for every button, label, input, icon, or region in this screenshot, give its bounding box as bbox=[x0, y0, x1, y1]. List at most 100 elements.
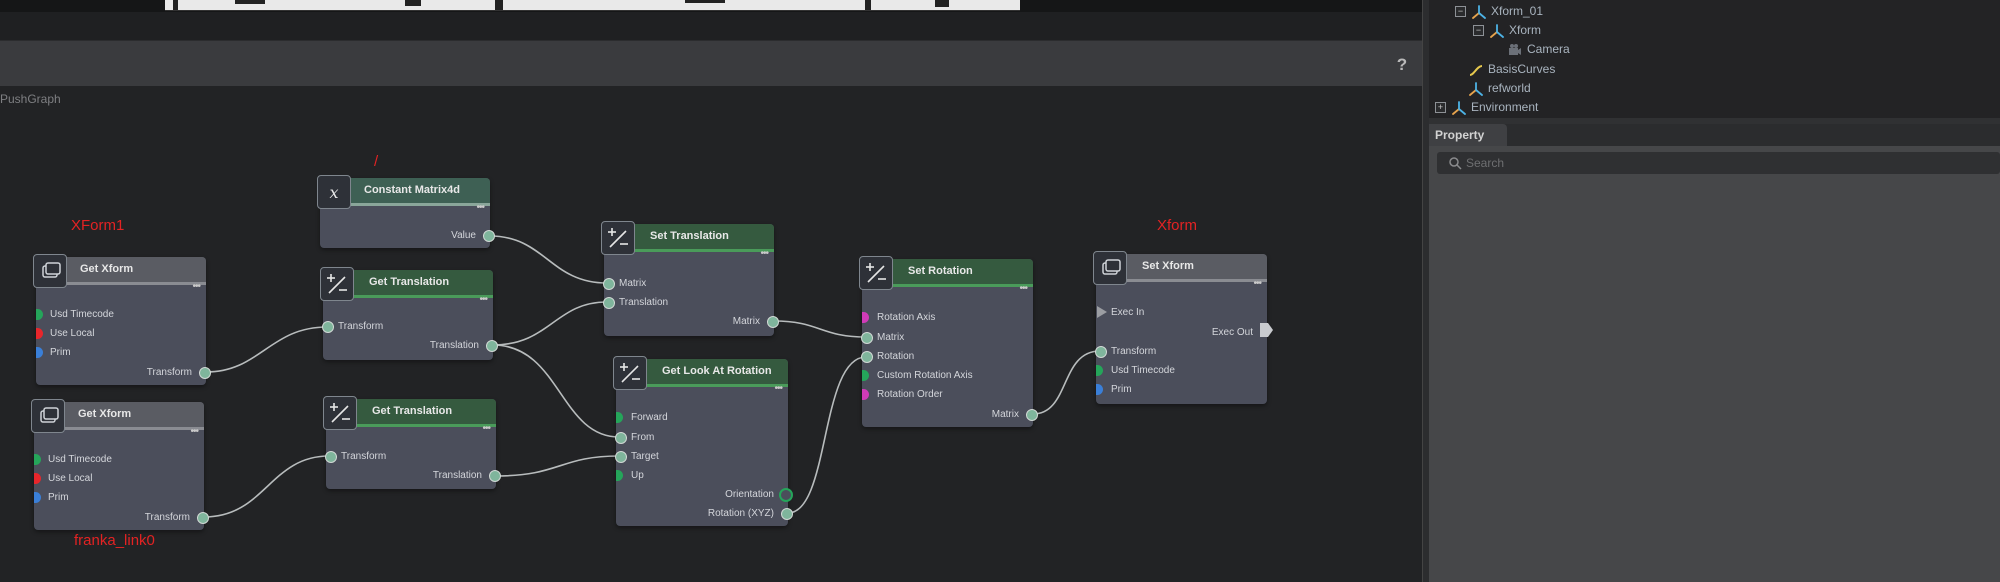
port-label: Translation bbox=[432, 470, 482, 481]
port-label: Transform bbox=[338, 321, 384, 332]
collapse-icon[interactable]: − bbox=[1473, 25, 1484, 37]
node-menu-icon[interactable]: ••• bbox=[190, 427, 198, 437]
node-set-xform[interactable]: Set Xform ••• Exec In Exec Out Transform… bbox=[1093, 251, 1273, 404]
exec-out-pin[interactable] bbox=[1260, 322, 1274, 338]
tree-item-label: refworld bbox=[1488, 81, 1531, 95]
port-label: Prim bbox=[1111, 384, 1132, 395]
pin-transform-in[interactable] bbox=[325, 451, 337, 463]
port-label: Usd Timecode bbox=[1111, 365, 1175, 376]
port-label: Transform bbox=[1111, 346, 1157, 357]
pin-prim[interactable] bbox=[36, 347, 43, 358]
port-label: Matrix bbox=[991, 409, 1019, 420]
node-get-translation-1[interactable]: Get Translation ••• Transform Translatio… bbox=[320, 267, 498, 360]
node-title: Get Translation bbox=[369, 276, 450, 288]
node-set-rotation[interactable]: Set Rotation ••• Rotation Axis Matrix Ro… bbox=[859, 256, 1038, 427]
node-menu-icon[interactable]: ••• bbox=[760, 249, 768, 259]
exec-in-pin[interactable] bbox=[1097, 306, 1109, 319]
node-title: Get Xform bbox=[78, 408, 132, 420]
math-operator-icon bbox=[601, 221, 635, 255]
node-menu-icon[interactable]: ••• bbox=[1019, 284, 1027, 294]
node-constant-matrix4d[interactable]: x Constant Matrix4d ••• Value bbox=[317, 175, 495, 248]
wire bbox=[787, 356, 867, 514]
pin-translation-out[interactable] bbox=[489, 470, 501, 482]
wire bbox=[489, 235, 608, 284]
node-set-translation[interactable]: Set Translation ••• Matrix Translation M… bbox=[601, 221, 779, 336]
pin-matrix-out[interactable] bbox=[1026, 409, 1038, 421]
xform-icon bbox=[1452, 100, 1466, 115]
node-menu-icon[interactable]: ••• bbox=[1253, 279, 1261, 289]
node-get-look-at-rotation[interactable]: Get Look At Rotation ••• Forward From Ta… bbox=[613, 356, 793, 526]
pin-from[interactable] bbox=[615, 432, 627, 444]
pin-rotation-order[interactable] bbox=[862, 389, 869, 400]
xform-icon bbox=[1490, 23, 1504, 38]
port-label: From bbox=[631, 432, 655, 443]
node-menu-icon[interactable]: ••• bbox=[192, 282, 200, 292]
pin-use-local[interactable] bbox=[34, 473, 41, 484]
pin-prim[interactable] bbox=[34, 492, 41, 503]
port-label: Prim bbox=[48, 492, 69, 503]
pin-translation-out[interactable] bbox=[486, 340, 498, 352]
tree-item-xform-01[interactable]: − Xform_01 bbox=[1455, 2, 1543, 21]
pin-transform-out[interactable] bbox=[199, 367, 211, 379]
annotation-slash: / bbox=[374, 153, 379, 170]
port-label: Target bbox=[631, 451, 659, 462]
wire bbox=[205, 326, 328, 373]
tree-item-label: Xform bbox=[1509, 23, 1542, 37]
port-label: Transform bbox=[341, 451, 387, 462]
pin-up[interactable] bbox=[616, 470, 623, 481]
pin-forward[interactable] bbox=[616, 412, 623, 423]
port-label: Transform bbox=[144, 512, 190, 523]
tree-item-basiscurves[interactable]: BasisCurves bbox=[1469, 60, 1555, 79]
pin-translation-in[interactable] bbox=[603, 297, 615, 309]
tree-item-refworld[interactable]: refworld bbox=[1469, 79, 1531, 98]
pin-rotation-axis[interactable] bbox=[862, 312, 869, 323]
pin-usd-timecode[interactable] bbox=[34, 454, 41, 465]
port-label: Exec Out bbox=[1211, 327, 1253, 338]
pin-use-local[interactable] bbox=[36, 328, 43, 339]
curve-icon bbox=[1469, 64, 1483, 76]
node-get-xform-2[interactable]: Get Xform ••• Usd Timecode Use Local Pri… bbox=[31, 399, 209, 530]
expand-icon[interactable]: + bbox=[1435, 102, 1446, 114]
search-input[interactable] bbox=[1466, 152, 1966, 174]
collapse-icon[interactable]: − bbox=[1455, 6, 1466, 18]
tree-item-environment[interactable]: + Environment bbox=[1435, 98, 1538, 117]
pin-matrix-in[interactable] bbox=[861, 332, 873, 344]
pin-orientation-out[interactable] bbox=[779, 488, 793, 502]
tree-item-camera[interactable]: Camera bbox=[1508, 40, 1570, 59]
pin-usd-timecode[interactable] bbox=[1096, 365, 1103, 376]
pin-custom-rotation-axis[interactable] bbox=[862, 370, 869, 381]
panel-splitter[interactable] bbox=[1422, 0, 1429, 582]
pin-matrix-in[interactable] bbox=[603, 278, 615, 290]
port-label: Use Local bbox=[48, 473, 93, 484]
pin-transform-in[interactable] bbox=[1095, 346, 1107, 358]
pin-value-out[interactable] bbox=[483, 230, 495, 242]
wire bbox=[203, 455, 330, 518]
pin-prim[interactable] bbox=[1096, 384, 1103, 395]
pin-transform-in[interactable] bbox=[322, 321, 334, 333]
node-get-translation-2[interactable]: Get Translation ••• Transform Translatio… bbox=[323, 396, 501, 489]
port-label: Exec In bbox=[1111, 307, 1145, 318]
pin-target[interactable] bbox=[615, 451, 627, 463]
pin-matrix-out[interactable] bbox=[767, 316, 779, 328]
tab-property[interactable]: Property bbox=[1429, 124, 1507, 146]
math-operator-icon bbox=[323, 396, 357, 430]
math-operator-icon bbox=[859, 256, 893, 290]
node-menu-icon[interactable]: ••• bbox=[476, 203, 484, 213]
search-icon bbox=[1449, 157, 1462, 170]
node-title: Set Rotation bbox=[908, 265, 973, 277]
tree-item-xform[interactable]: − Xform bbox=[1473, 21, 1541, 40]
pin-rotation-xyz-out[interactable] bbox=[781, 508, 793, 520]
node-title: Constant Matrix4d bbox=[364, 184, 460, 196]
node-menu-icon[interactable]: ••• bbox=[479, 295, 487, 305]
node-menu-icon[interactable]: ••• bbox=[482, 424, 490, 434]
node-get-xform-1[interactable]: Get Xform ••• Usd Timecode Use Local Pri… bbox=[33, 254, 211, 385]
pin-rotation-in[interactable] bbox=[861, 351, 873, 363]
node-title: Get Look At Rotation bbox=[662, 365, 772, 377]
node-menu-icon[interactable]: ••• bbox=[774, 384, 782, 394]
pin-transform-out[interactable] bbox=[197, 512, 209, 524]
port-label: Up bbox=[631, 470, 644, 481]
port-label: Use Local bbox=[50, 328, 95, 339]
tree-item-label: Camera bbox=[1527, 42, 1570, 56]
port-label: Value bbox=[451, 230, 476, 241]
pin-usd-timecode[interactable] bbox=[36, 309, 43, 320]
